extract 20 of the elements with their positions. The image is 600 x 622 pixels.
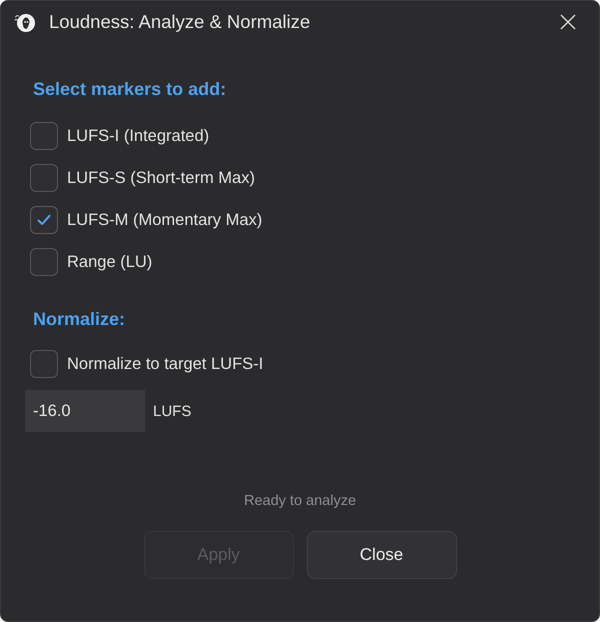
- checkbox-label[interactable]: Range (LU): [67, 252, 152, 272]
- checkbox-label[interactable]: LUFS-I (Integrated): [67, 126, 210, 146]
- checkbox-label[interactable]: LUFS-S (Short-term Max): [67, 168, 255, 188]
- section-heading: Normalize:: [33, 309, 126, 330]
- checkbox[interactable]: [30, 164, 58, 192]
- window-title: Loudness: Analyze & Normalize: [49, 11, 310, 33]
- checkbox-label[interactable]: LUFS-M (Momentary Max): [67, 210, 262, 230]
- target-input-field[interactable]: -16.0: [25, 390, 145, 432]
- status-text: Ready to analyze: [244, 493, 356, 509]
- checkbox[interactable]: [30, 122, 58, 150]
- checkbox[interactable]: [30, 206, 58, 234]
- checkbox[interactable]: [30, 248, 58, 276]
- dialog-button[interactable]: Close: [306, 531, 456, 579]
- checkbox[interactable]: [30, 350, 58, 378]
- app-logo-icon: [14, 11, 36, 33]
- unit-label: LUFS: [153, 402, 192, 420]
- section-heading: Select markers to add:: [33, 79, 226, 100]
- close-icon: [560, 14, 576, 30]
- checkmark-icon: [36, 212, 52, 228]
- checkbox-label[interactable]: Normalize to target LUFS-I: [67, 354, 264, 374]
